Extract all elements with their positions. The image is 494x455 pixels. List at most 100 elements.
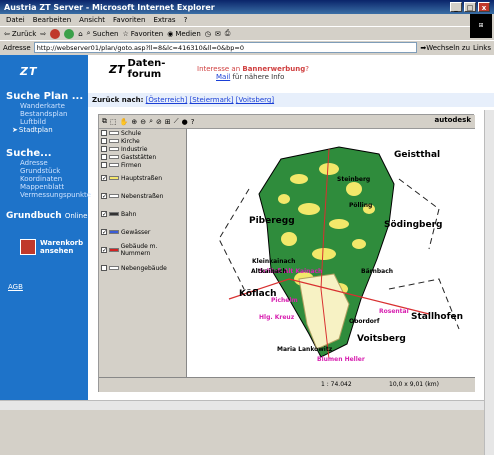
layer-item[interactable]: ✓ Gewässer <box>101 223 186 241</box>
sidebar-item-vermessungspunkte[interactable]: Vermessungspunkte <box>20 191 91 199</box>
zoom-out-icon[interactable]: ⊖ <box>140 118 146 126</box>
layer-label: Bahn <box>121 210 137 218</box>
grundbuch-link[interactable]: Grundbuch Online <box>6 211 88 221</box>
layer-item[interactable]: ✓ Bahn <box>101 205 186 223</box>
mail-button[interactable]: ✉ <box>215 30 221 38</box>
map-svg[interactable]: Geistthal Piberegg Södingberg Kleinkainach S… <box>189 129 475 377</box>
breadcrumb-steiermark[interactable]: [Steiermark] <box>190 96 234 104</box>
suche-heading[interactable]: Suche... <box>6 148 88 159</box>
layer-item[interactable]: Kirche <box>101 137 186 145</box>
menu-bearbeiten[interactable]: Bearbeiten <box>33 16 71 24</box>
web-page: ZT Suche Plan ... Wanderkarte Bestandspl… <box>0 55 494 455</box>
sidebar-item-mappenblatt[interactable]: Mappenblatt <box>20 183 88 191</box>
sidebar-item-adresse[interactable]: Adresse <box>20 159 88 167</box>
media-button[interactable]: ◉ Medien <box>167 30 201 38</box>
home-button[interactable]: ⌂ <box>78 30 82 38</box>
favorites-button[interactable]: ☆ Favoriten <box>123 30 164 38</box>
search-button[interactable]: ⌕ Suchen <box>87 29 119 38</box>
measure-icon[interactable]: ⟋ <box>174 117 179 126</box>
layer-item[interactable]: Nebengebäude <box>101 259 186 277</box>
layer-item[interactable]: Industrie <box>101 145 186 153</box>
place-label: Altkainach <box>251 268 287 275</box>
minimize-button[interactable]: _ <box>450 2 462 12</box>
zoom-window-icon[interactable]: ⌕ <box>149 117 153 126</box>
horizontal-scrollbar[interactable] <box>0 400 484 410</box>
vertical-scrollbar[interactable] <box>484 110 494 455</box>
layer-checkbox[interactable]: ✓ <box>101 247 107 254</box>
mail-link[interactable]: Mail <box>216 73 230 81</box>
stop-button[interactable] <box>50 28 61 39</box>
place-label: Bärnbach <box>361 268 393 275</box>
links-button[interactable]: Links <box>473 44 491 52</box>
menu-extras[interactable]: Extras <box>153 16 175 24</box>
layer-item[interactable]: Schule <box>101 129 186 137</box>
menu-datei[interactable]: Datei <box>6 16 25 24</box>
map-canvas[interactable]: Geistthal Piberegg Södingberg Kleinkainach S… <box>189 129 475 377</box>
sidebar-item-koordinaten[interactable]: Koordinaten <box>20 175 88 183</box>
maximize-button[interactable]: □ <box>464 2 476 12</box>
mail-info: Mail für nähere Info <box>216 73 284 81</box>
promo-text: Interesse an Bannerwerbung? <box>197 65 309 73</box>
go-button[interactable]: ➡Wechseln zu <box>420 44 470 52</box>
layer-checkbox[interactable]: ✓ <box>101 229 107 236</box>
layer-item[interactable]: ✓ Hauptstraßen <box>101 169 186 187</box>
layer-item[interactable]: ✓ Nebenstraßen <box>101 187 186 205</box>
sidebar-item-wanderkarte[interactable]: Wanderkarte <box>20 102 88 110</box>
layer-checkbox[interactable] <box>101 138 107 144</box>
history-button[interactable]: ◷ <box>205 30 211 38</box>
layer-item[interactable]: ✓ Gebäude m. Nummern <box>101 241 186 259</box>
promo-end: ? <box>305 65 309 73</box>
sidebar-item-grundstueck[interactable]: Grundstück <box>20 167 88 175</box>
settlement-patch <box>346 182 362 196</box>
suche-plan-heading[interactable]: Suche Plan ... <box>6 91 88 102</box>
place-label: Blumen Heller <box>317 356 365 363</box>
map-extent: 10,0 x 9,01 (km) <box>389 381 439 388</box>
sidebar-item-luftbild[interactable]: Luftbild <box>20 118 88 126</box>
select-icon[interactable]: ⬚ <box>110 118 117 126</box>
layer-label: Schule <box>121 129 142 137</box>
layer-checkbox[interactable]: ✓ <box>101 211 107 218</box>
forward-button[interactable]: ⇨ <box>40 30 46 38</box>
refresh-button[interactable] <box>64 28 75 39</box>
sidebar-item-stadtplan[interactable]: Stadtplan <box>12 126 88 134</box>
settlement-patch <box>298 203 320 215</box>
layer-symbol-icon <box>109 212 119 216</box>
promo-banner-link[interactable]: Bannerwerbung <box>242 65 305 73</box>
layer-item[interactable]: Firmen <box>101 161 186 169</box>
layer-checkbox[interactable]: ✓ <box>101 175 107 182</box>
menu-ansicht[interactable]: Ansicht <box>79 16 105 24</box>
agb-link[interactable]: AGB <box>8 283 23 291</box>
menu-help[interactable]: ? <box>184 16 188 24</box>
forward-arrow-icon: ⇨ <box>40 29 47 38</box>
layer-symbol-icon <box>109 248 119 252</box>
close-button[interactable]: x <box>478 2 490 12</box>
layer-checkbox[interactable]: ✓ <box>101 193 107 200</box>
zoom-full-icon[interactable]: ⊞ <box>165 118 171 126</box>
address-input[interactable]: http://webserver01/plan/goto.asp?ll=8&lc… <box>33 42 418 53</box>
layer-item[interactable]: Gaststätten <box>101 153 186 161</box>
search-icon: ⌕ <box>86 29 91 37</box>
layer-checkbox[interactable] <box>101 146 107 152</box>
print-map-icon[interactable]: ● <box>182 118 188 126</box>
back-button[interactable]: ⇦ Zurück <box>4 30 36 38</box>
grundbuch-online: Online <box>64 212 88 220</box>
layer-checkbox[interactable] <box>101 130 107 136</box>
menu-favoriten[interactable]: Favoriten <box>113 16 145 24</box>
breadcrumb-oesterreich[interactable]: [Österreich] <box>146 96 188 104</box>
copy-icon[interactable]: ⧉ <box>102 117 107 126</box>
print-button[interactable]: ⎙ <box>225 29 231 38</box>
layer-checkbox[interactable] <box>101 265 107 271</box>
back-arrow-icon: ⇦ <box>4 29 10 38</box>
warenkorb-button[interactable]: Warenkorb ansehen <box>20 239 88 255</box>
layer-checkbox[interactable] <box>101 162 107 168</box>
zoom-in-icon[interactable]: ⊕ <box>131 118 137 126</box>
help-icon[interactable]: ? <box>191 118 195 126</box>
breadcrumb-voitsberg[interactable]: [Voitsberg] <box>236 96 274 104</box>
pan-hand-icon[interactable]: ✋ <box>120 118 129 126</box>
layer-checkbox[interactable] <box>101 154 107 160</box>
layer-label: Hauptstraßen <box>121 174 163 182</box>
sidebar-item-bestandsplan[interactable]: Bestandsplan <box>20 110 88 118</box>
refresh-icon <box>64 28 75 39</box>
favorites-label: Favoriten <box>130 29 164 38</box>
zoom-previous-icon[interactable]: ⊘ <box>156 118 162 126</box>
